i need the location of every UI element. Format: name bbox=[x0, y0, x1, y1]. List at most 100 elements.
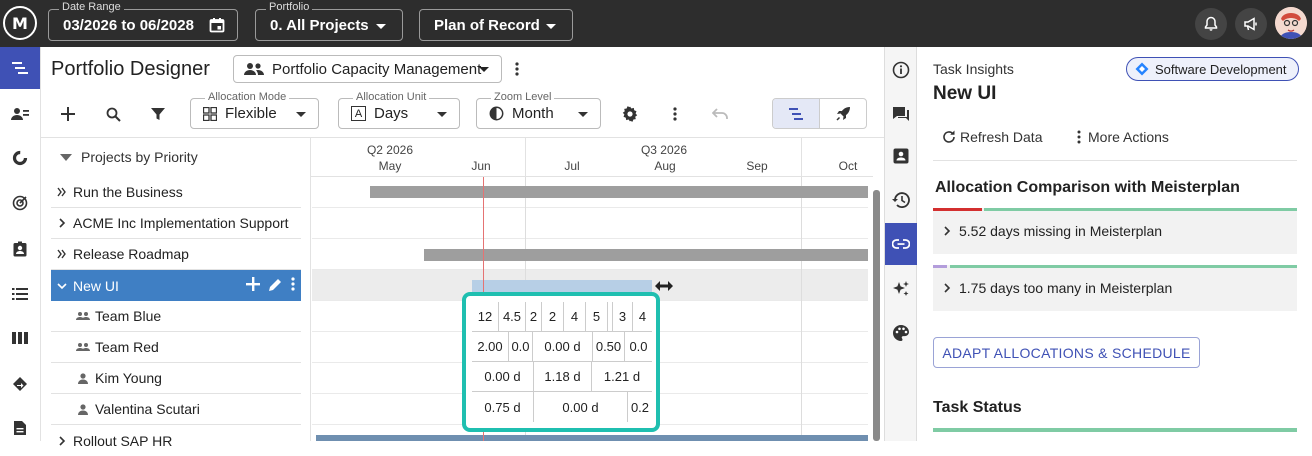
allocation-unit-select[interactable]: Allocation Unit A Days bbox=[338, 91, 460, 129]
nav-board[interactable] bbox=[0, 317, 40, 359]
people-tab[interactable] bbox=[885, 135, 917, 177]
plan-select[interactable]: Plan of Record bbox=[419, 9, 573, 41]
missing-comparison-item[interactable]: 5.52 days missing in Meisterplan bbox=[933, 208, 1297, 254]
allocation-cell[interactable]: 4.5 bbox=[499, 302, 526, 332]
tree-row-new-ui[interactable]: New UI bbox=[51, 270, 301, 301]
allocation-cell[interactable]: 0.0 bbox=[625, 332, 652, 362]
row-more-button[interactable] bbox=[291, 277, 295, 294]
toolbar-more-button[interactable] bbox=[664, 103, 686, 125]
more-actions-button[interactable]: More Actions bbox=[1074, 129, 1169, 145]
allocation-cell[interactable]: 0.00 d bbox=[472, 362, 534, 392]
tree-row-team-blue[interactable]: Team Blue bbox=[51, 301, 301, 332]
allocation-unit-value: Days bbox=[374, 105, 409, 122]
allocation-cell[interactable]: 2 bbox=[542, 302, 564, 332]
tree-row-kim-young[interactable]: Kim Young bbox=[51, 363, 301, 394]
month-label: Oct bbox=[838, 159, 858, 173]
allocation-cell[interactable]: 2.00 bbox=[472, 332, 509, 362]
nav-assignments[interactable] bbox=[0, 228, 40, 270]
allocation-cell[interactable]: 4 bbox=[633, 302, 652, 332]
allocation-cell[interactable]: 1.21 d bbox=[592, 362, 652, 392]
allocation-cell[interactable]: 5 bbox=[586, 302, 608, 332]
group-icon bbox=[244, 63, 264, 75]
more-vertical-icon bbox=[1077, 130, 1081, 144]
allocation-cell[interactable]: 1.18 d bbox=[534, 362, 592, 392]
announcements-button[interactable] bbox=[1235, 8, 1267, 40]
panel-subtitle: Task Insights bbox=[933, 61, 1014, 77]
launch-view-button[interactable] bbox=[819, 99, 866, 128]
tree-row-team-red[interactable]: Team Red bbox=[51, 332, 301, 363]
project-bar[interactable] bbox=[370, 186, 868, 198]
nav-goals[interactable] bbox=[0, 182, 40, 224]
user-avatar[interactable] bbox=[1275, 7, 1307, 39]
nav-resources[interactable] bbox=[0, 93, 40, 135]
chevron-down-icon[interactable] bbox=[51, 282, 73, 290]
allocation-cell[interactable]: 0.50 bbox=[593, 332, 625, 362]
double-chevron-right-icon[interactable] bbox=[51, 249, 73, 259]
edit-button[interactable] bbox=[268, 277, 283, 295]
add-button[interactable] bbox=[246, 277, 260, 294]
tree-header[interactable]: Projects by Priority bbox=[51, 138, 301, 176]
nav-list[interactable] bbox=[0, 273, 40, 315]
portfolio-view-value: Portfolio Capacity Management bbox=[272, 60, 482, 78]
allocation-cell[interactable]: 0.0 bbox=[509, 332, 533, 362]
allocation-cell[interactable]: 3 bbox=[613, 302, 633, 332]
tree-row-valentina-scutari[interactable]: Valentina Scutari bbox=[51, 394, 301, 425]
settings-button[interactable] bbox=[619, 103, 641, 125]
tree-row-label: Kim Young bbox=[95, 370, 162, 386]
allocation-cell[interactable]: 0.75 d bbox=[472, 392, 534, 422]
palette-icon bbox=[893, 325, 909, 341]
info-tab[interactable] bbox=[885, 49, 917, 91]
allocation-cell[interactable]: 0.00 d bbox=[533, 332, 593, 362]
letter-a-icon: A bbox=[351, 106, 366, 121]
nav-capacity[interactable] bbox=[0, 137, 40, 179]
header-more-button[interactable] bbox=[506, 58, 528, 80]
undo-button[interactable] bbox=[709, 103, 731, 125]
tree-row-run-the-business[interactable]: Run the Business bbox=[51, 177, 301, 208]
chevron-right-icon[interactable] bbox=[51, 218, 73, 228]
date-range-field[interactable]: Date Range 03/2026 to 06/2028 bbox=[48, 1, 238, 41]
software-development-chip[interactable]: Software Development bbox=[1126, 57, 1299, 81]
app-logo[interactable]: M bbox=[3, 6, 37, 40]
ai-tab[interactable] bbox=[885, 268, 917, 310]
allocation-cell[interactable]: 12 bbox=[472, 302, 499, 332]
chevron-down-icon bbox=[479, 67, 489, 72]
nav-reports[interactable] bbox=[0, 407, 40, 449]
zoom-level-select[interactable]: Zoom Level Month bbox=[476, 91, 601, 129]
project-bar-selected[interactable] bbox=[472, 280, 652, 292]
allocation-cell[interactable]: 2 bbox=[526, 302, 542, 332]
allocation-cell[interactable]: 0.2 bbox=[628, 392, 652, 422]
allocation-cell[interactable]: 0.00 d bbox=[534, 392, 628, 422]
search-button[interactable] bbox=[102, 103, 124, 125]
project-bar[interactable] bbox=[424, 249, 868, 261]
allocation-cell[interactable]: 4 bbox=[564, 302, 586, 332]
refresh-data-button[interactable]: Refresh Data bbox=[942, 129, 1042, 145]
tree-row-acme[interactable]: ACME Inc Implementation Support bbox=[51, 208, 301, 239]
allocation-mode-select[interactable]: Allocation Mode Flexible bbox=[190, 91, 319, 129]
notifications-button[interactable] bbox=[1195, 8, 1227, 40]
theme-tab[interactable] bbox=[885, 312, 917, 354]
nav-roadmap[interactable] bbox=[0, 363, 40, 405]
double-chevron-right-icon[interactable] bbox=[51, 187, 73, 197]
tree-gantt-divider bbox=[310, 137, 311, 441]
rocket-icon bbox=[836, 106, 850, 121]
missing-bar bbox=[933, 208, 982, 211]
history-tab[interactable] bbox=[885, 179, 917, 221]
tree-row-release-roadmap[interactable]: Release Roadmap bbox=[51, 239, 301, 270]
portfolio-view-select[interactable]: Portfolio Capacity Management bbox=[233, 55, 502, 83]
badge-icon bbox=[13, 241, 27, 257]
comparison-title: Allocation Comparison with Meisterplan bbox=[935, 179, 1240, 196]
gantt-scrollbar[interactable] bbox=[873, 190, 880, 441]
date-range-value: 03/2026 to 06/2028 bbox=[63, 16, 194, 34]
filter-button[interactable] bbox=[147, 103, 169, 125]
too-many-comparison-item[interactable]: 1.75 days too many in Meisterplan bbox=[933, 265, 1297, 311]
nav-portfolio-designer[interactable] bbox=[0, 47, 40, 89]
adapt-allocations-button[interactable]: ADAPT ALLOCATIONS & SCHEDULE bbox=[933, 337, 1200, 368]
links-tab[interactable] bbox=[885, 223, 917, 265]
portfolio-select[interactable]: Portfolio 0. All Projects bbox=[255, 1, 403, 41]
project-bar[interactable] bbox=[316, 435, 868, 441]
page-title: Portfolio Designer bbox=[51, 58, 210, 80]
resize-handle[interactable] bbox=[655, 279, 675, 293]
add-button[interactable] bbox=[57, 103, 79, 125]
comments-tab[interactable] bbox=[885, 93, 917, 135]
gantt-view-button[interactable] bbox=[773, 99, 819, 128]
